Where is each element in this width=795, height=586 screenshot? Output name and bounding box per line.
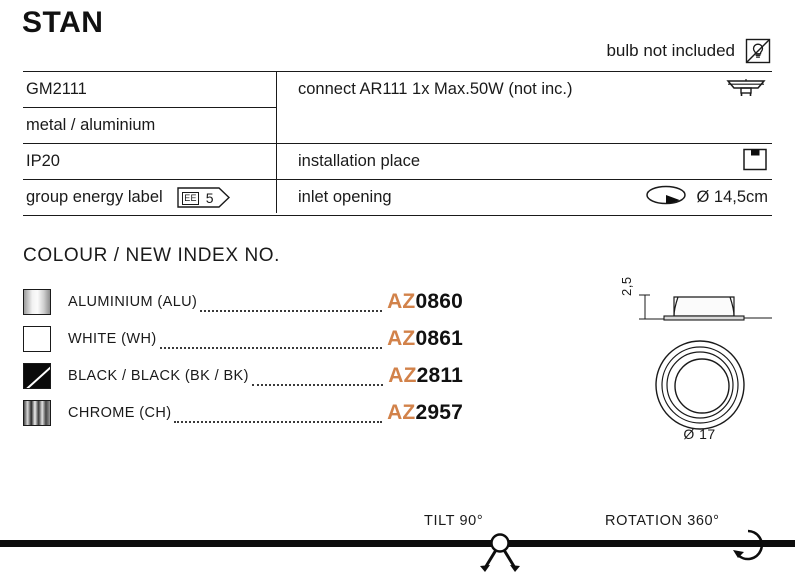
leader-dots — [200, 296, 383, 312]
colour-variant-list: ALUMINIUM (ALU) AZ0860 WHITE (WH) AZ0861… — [23, 283, 463, 431]
spec-lamp-label: connect AR111 1x Max.50W (not inc.) — [298, 80, 573, 98]
leader-dots — [159, 333, 383, 349]
colour-section-heading: COLOUR / NEW INDEX NO. — [23, 245, 281, 266]
energy-label-badge: EE 5 — [176, 187, 231, 208]
code-number: 2957 — [415, 400, 463, 424]
drawing-height-label: 2,5 — [619, 276, 634, 296]
table-row: metal / aluminium — [23, 108, 772, 143]
white-swatch — [23, 325, 51, 352]
leader-dots — [174, 407, 383, 423]
bulb-crossed-out-icon — [745, 38, 771, 64]
colour-name: ALUMINIUM (ALU) — [68, 293, 198, 310]
rotation-icon — [728, 526, 768, 571]
spec-inlet-label: inlet opening — [298, 188, 392, 206]
tilt-icon — [470, 528, 530, 581]
table-row: group energy label EE 5 inlet opening Ø … — [23, 180, 772, 215]
aluminium-swatch — [23, 288, 51, 315]
spec-installation-cell: installation place — [276, 146, 772, 177]
spec-inlet-cell: inlet opening Ø 14,5cm — [276, 184, 772, 211]
drawing-diameter-label: Ø 17 — [683, 426, 716, 442]
colour-name: WHITE (WH) — [68, 330, 157, 347]
table-row: IP20 installation place — [23, 144, 772, 179]
product-code: AZ0860 — [387, 290, 463, 314]
product-code: AZ2957 — [387, 401, 463, 425]
product-code: AZ0861 — [387, 327, 463, 351]
chrome-swatch — [23, 399, 51, 426]
code-prefix: AZ — [387, 326, 416, 350]
inlet-opening-group: Ø 14,5cm — [645, 184, 768, 211]
colour-name: CHROME (CH) — [68, 404, 172, 421]
code-prefix: AZ — [388, 363, 417, 387]
list-item[interactable]: BLACK / BLACK (BK / BK) AZ2811 — [23, 357, 463, 394]
spec-energy-label-cell: group energy label EE 5 — [23, 187, 276, 208]
code-number: 0861 — [415, 326, 463, 350]
code-prefix: AZ — [387, 400, 416, 424]
bulb-not-included-notice: bulb not included — [606, 38, 771, 64]
energy-badge-prefix: EE — [181, 191, 200, 205]
list-item[interactable]: WHITE (WH) AZ0861 — [23, 320, 463, 357]
energy-badge-value: 5 — [205, 189, 214, 206]
spec-lamp-cell: connect AR111 1x Max.50W (not inc.) — [276, 74, 772, 105]
spec-model-value: GM2111 — [26, 80, 87, 98]
black-swatch — [23, 362, 51, 389]
rotation-label: ROTATION 360° — [605, 513, 720, 529]
code-number: 2811 — [416, 363, 463, 387]
list-item[interactable]: CHROME (CH) AZ2957 — [23, 394, 463, 431]
code-prefix: AZ — [387, 289, 416, 313]
tilt-label: TILT 90° — [424, 513, 484, 529]
colour-name: BLACK / BLACK (BK / BK) — [68, 367, 249, 384]
table-row: GM2111 connect AR111 1x Max.50W (not inc… — [23, 72, 772, 107]
leader-dots — [251, 370, 384, 386]
bulb-notice-label: bulb not included — [606, 41, 735, 60]
spec-energy-label-text: group energy label — [26, 188, 163, 206]
ar111-lamp-icon — [724, 74, 768, 105]
product-code: AZ2811 — [388, 364, 463, 388]
recessed-ceiling-icon — [742, 146, 768, 177]
table-rule-bottom — [23, 215, 772, 216]
specification-table: GM2111 connect AR111 1x Max.50W (not inc… — [23, 71, 772, 216]
inlet-opening-value: Ø 14,5cm — [696, 188, 768, 206]
list-item[interactable]: ALUMINIUM (ALU) AZ0860 — [23, 283, 463, 320]
spec-ip-rating-value: IP20 — [26, 152, 60, 170]
bottom-divider-bar — [0, 540, 795, 547]
spec-installation-label: installation place — [298, 152, 420, 170]
page-title: STAN — [22, 6, 104, 39]
inlet-opening-icon — [645, 184, 687, 211]
spec-material-value: metal / aluminium — [26, 116, 156, 134]
code-number: 0860 — [415, 289, 463, 313]
table-column-divider — [276, 71, 277, 213]
